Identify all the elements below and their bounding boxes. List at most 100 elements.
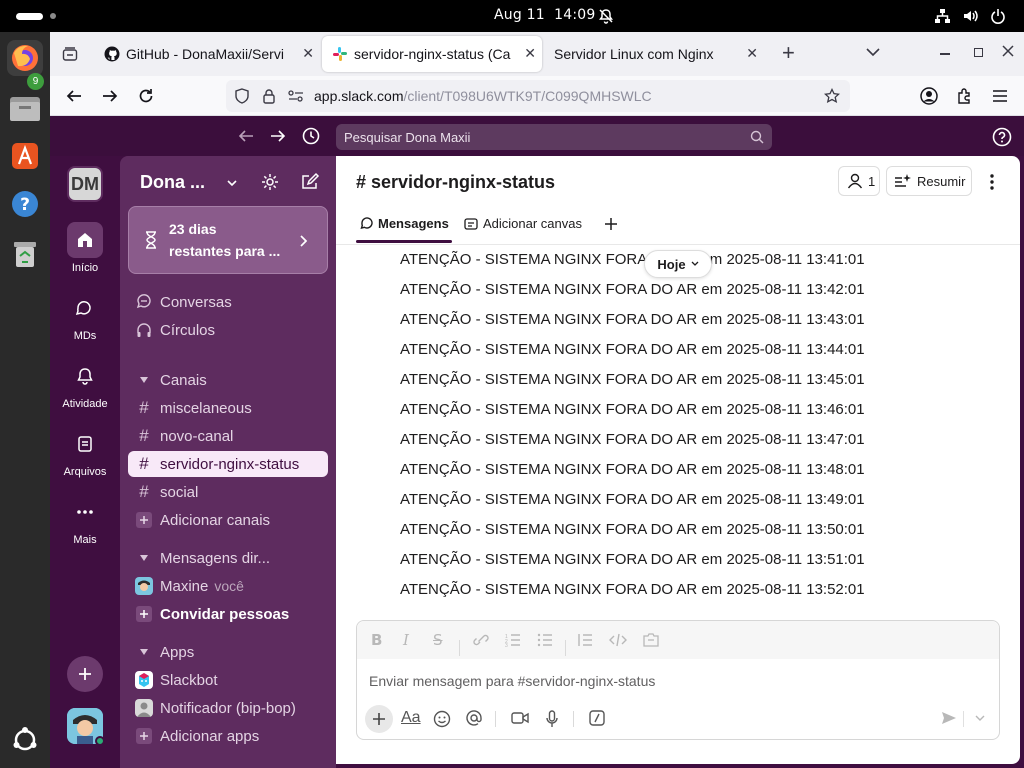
- workspace-menu[interactable]: Dona ...: [140, 172, 237, 193]
- text-format-icon[interactable]: Aa: [401, 709, 421, 727]
- send-icon[interactable]: [941, 711, 957, 725]
- hash-icon: #: [139, 482, 149, 501]
- tab-close-icon[interactable]: ✕: [302, 45, 314, 62]
- extensions-icon[interactable]: [956, 87, 974, 105]
- sidebar-item-dm-self[interactable]: Maxine você: [128, 573, 328, 599]
- sidebar-item-channel[interactable]: # social: [128, 479, 328, 505]
- settings-gear-icon[interactable]: [260, 172, 280, 192]
- rail-dms[interactable]: MDs: [50, 290, 120, 342]
- back-arrow-icon[interactable]: [66, 88, 82, 104]
- address-bar[interactable]: app.slack.com/client/T098U6WTK9T/C099QMH…: [226, 80, 850, 112]
- rail-more[interactable]: Mais: [50, 494, 120, 546]
- tab-close-icon[interactable]: ✕: [524, 45, 536, 62]
- tab-add-canvas[interactable]: Adicionar canvas: [464, 216, 582, 231]
- sidebar-item-circles[interactable]: Círculos: [128, 317, 328, 343]
- strikethrough-icon[interactable]: S: [433, 631, 443, 649]
- tab-github[interactable]: GitHub - DonaMaxii/Servi ✕: [94, 36, 320, 72]
- microphone-icon[interactable]: [545, 710, 559, 728]
- message-input[interactable]: Enviar mensagem para #servidor-nginx-sta…: [369, 673, 655, 689]
- compose-icon[interactable]: [300, 172, 320, 192]
- add-tab-plus-icon[interactable]: [604, 217, 618, 231]
- notification-bell-icon[interactable]: [598, 8, 614, 24]
- members-button[interactable]: 1: [838, 166, 880, 196]
- network-icon[interactable]: [934, 8, 951, 24]
- sidebar-item-app[interactable]: Slackbot: [128, 667, 328, 693]
- forward-arrow-icon[interactable]: [102, 88, 118, 104]
- link-icon[interactable]: [473, 633, 489, 647]
- create-plus-icon[interactable]: [67, 656, 103, 692]
- message-composer[interactable]: B I S 123 Enviar mensagem para #servidor…: [356, 620, 1000, 740]
- add-apps-button[interactable]: Adicionar apps: [128, 723, 328, 749]
- rail-files[interactable]: Arquivos: [50, 426, 120, 478]
- firefox-icon[interactable]: [7, 40, 43, 76]
- attach-plus-icon[interactable]: [365, 705, 393, 733]
- reload-icon[interactable]: [138, 88, 154, 104]
- app-center-icon[interactable]: [7, 138, 43, 174]
- new-tab-button[interactable]: +: [782, 42, 795, 64]
- sidebar-item-app[interactable]: Notificador (bip-bop): [128, 695, 328, 721]
- code-icon[interactable]: [609, 633, 627, 647]
- workspace-indicator[interactable]: [50, 13, 56, 19]
- send-options-chevron-icon[interactable]: [975, 715, 985, 722]
- power-icon[interactable]: [990, 8, 1006, 24]
- lock-icon[interactable]: [262, 88, 276, 104]
- help-circle-icon[interactable]: [992, 127, 1012, 147]
- slack-search-input[interactable]: Pesquisar Dona Maxii: [336, 124, 772, 150]
- workspace-avatar[interactable]: DM: [67, 166, 103, 202]
- minimize-icon[interactable]: [940, 53, 950, 55]
- bullet-list-icon[interactable]: [537, 633, 553, 647]
- history-clock-icon[interactable]: [302, 127, 320, 145]
- summarize-button[interactable]: Resumir: [886, 166, 972, 196]
- search-icon[interactable]: [750, 130, 764, 144]
- list-tabs-chevron-icon[interactable]: [866, 47, 880, 57]
- history-back-icon[interactable]: [238, 129, 254, 143]
- italic-icon[interactable]: I: [403, 631, 409, 649]
- dm-section-header[interactable]: Mensagens dir...: [128, 545, 328, 571]
- ordered-list-icon[interactable]: 123: [505, 633, 521, 647]
- rail-home[interactable]: Início: [50, 222, 120, 274]
- code-block-icon[interactable]: [643, 633, 659, 647]
- tab-nginx[interactable]: Servidor Linux com Nginx ✕: [544, 36, 764, 72]
- add-channels-button[interactable]: Adicionar canais: [128, 507, 328, 533]
- window-close-icon[interactable]: [1002, 45, 1014, 57]
- tab-close-icon[interactable]: ✕: [746, 45, 758, 62]
- apps-section-header[interactable]: Apps: [128, 639, 328, 665]
- help-icon[interactable]: ?: [7, 186, 43, 222]
- volume-icon[interactable]: [962, 8, 980, 24]
- bold-icon[interactable]: B: [371, 631, 382, 649]
- clock-date: Aug 11: [494, 7, 545, 23]
- blockquote-icon[interactable]: [577, 633, 593, 647]
- hourglass-icon: [143, 231, 159, 249]
- tab-messages[interactable]: Mensagens: [360, 216, 449, 231]
- workspace-indicator-active[interactable]: [16, 13, 43, 20]
- mention-icon[interactable]: [465, 709, 483, 727]
- account-icon[interactable]: [920, 87, 938, 105]
- history-forward-icon[interactable]: [270, 129, 286, 143]
- trash-icon[interactable]: [7, 236, 43, 272]
- rail-activity[interactable]: Atividade: [50, 358, 120, 410]
- invite-people-button[interactable]: Convidar pessoas: [128, 601, 328, 627]
- sidebar-item-channel[interactable]: # miscelaneous: [128, 395, 328, 421]
- shield-icon[interactable]: [234, 88, 250, 104]
- slash-command-icon[interactable]: [589, 710, 605, 726]
- ubuntu-apps-icon[interactable]: [7, 722, 43, 758]
- bookmark-star-icon[interactable]: [824, 88, 840, 104]
- emoji-icon[interactable]: [433, 710, 451, 728]
- tab-overview-icon[interactable]: [62, 46, 78, 62]
- maximize-icon[interactable]: [974, 48, 983, 57]
- files-icon[interactable]: [7, 90, 43, 126]
- sidebar-item-channel[interactable]: # novo-canal: [128, 423, 328, 449]
- app-menu-icon[interactable]: [992, 89, 1008, 103]
- rail-dms-label: MDs: [73, 330, 97, 342]
- tab-slack[interactable]: servidor-nginx-status (Ca ✕: [322, 36, 542, 72]
- sidebar-item-conversations[interactable]: Conversas: [128, 289, 328, 315]
- kebab-menu-icon[interactable]: [990, 174, 994, 190]
- trial-banner[interactable]: 23 dias restantes para ...: [128, 206, 328, 274]
- site-permissions-icon[interactable]: [288, 89, 304, 103]
- sidebar-item-channel-selected[interactable]: # servidor-nginx-status: [128, 451, 328, 477]
- channels-section-header[interactable]: Canais: [128, 367, 328, 393]
- clock[interactable]: Aug 11 14:09: [494, 7, 595, 23]
- date-divider-button[interactable]: Hoje: [644, 250, 712, 278]
- video-icon[interactable]: [511, 711, 529, 725]
- channel-title[interactable]: # servidor-nginx-status: [356, 172, 555, 193]
